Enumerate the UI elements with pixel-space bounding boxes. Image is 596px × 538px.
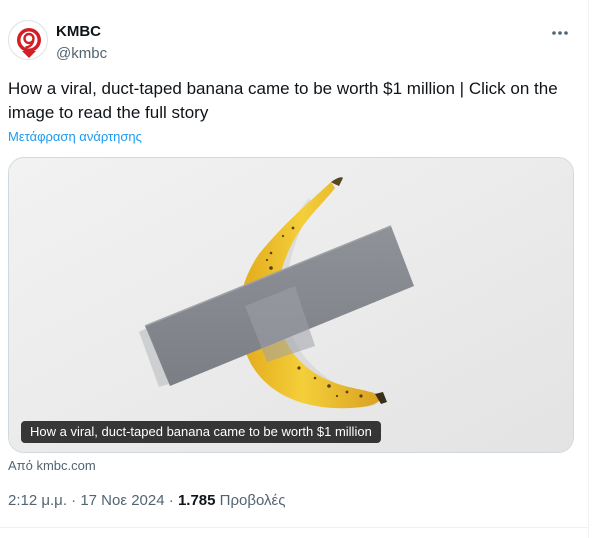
media-caption: How a viral, duct-taped banana came to b… (21, 421, 381, 443)
views-count: 1.785 (177, 492, 216, 509)
more-horizontal-icon (552, 31, 568, 35)
banana-photo (9, 158, 573, 452)
views-label: Προβολές (219, 492, 286, 509)
author-handle[interactable]: @kmbc (56, 44, 107, 64)
tweet-meta: 2:12 μ.μ. · 17 Νοε 2024 · 1.785 Προβολές (8, 491, 285, 511)
right-divider (588, 0, 589, 538)
tweet-text: How a viral, duct-taped banana came to b… (8, 79, 558, 122)
kmbc-9-logo-icon (17, 28, 41, 58)
source-link[interactable]: Από kmbc.com (8, 458, 96, 474)
tweet-time[interactable]: 2:12 μ.μ. (8, 492, 67, 509)
meta-separator: · (71, 492, 77, 509)
bottom-divider (0, 527, 588, 528)
media-card[interactable]: How a viral, duct-taped banana came to b… (8, 157, 574, 453)
translate-post-link[interactable]: Μετάφραση ανάρτησης (8, 129, 142, 145)
author-name[interactable]: KMBC (56, 22, 107, 42)
more-button[interactable] (546, 23, 574, 43)
meta-separator: · (168, 492, 174, 509)
author-block: KMBC @kmbc (56, 22, 107, 64)
avatar[interactable] (8, 20, 48, 60)
tweet-date[interactable]: 17 Νοε 2024 (80, 492, 164, 509)
tweet-header: KMBC @kmbc (8, 19, 574, 67)
